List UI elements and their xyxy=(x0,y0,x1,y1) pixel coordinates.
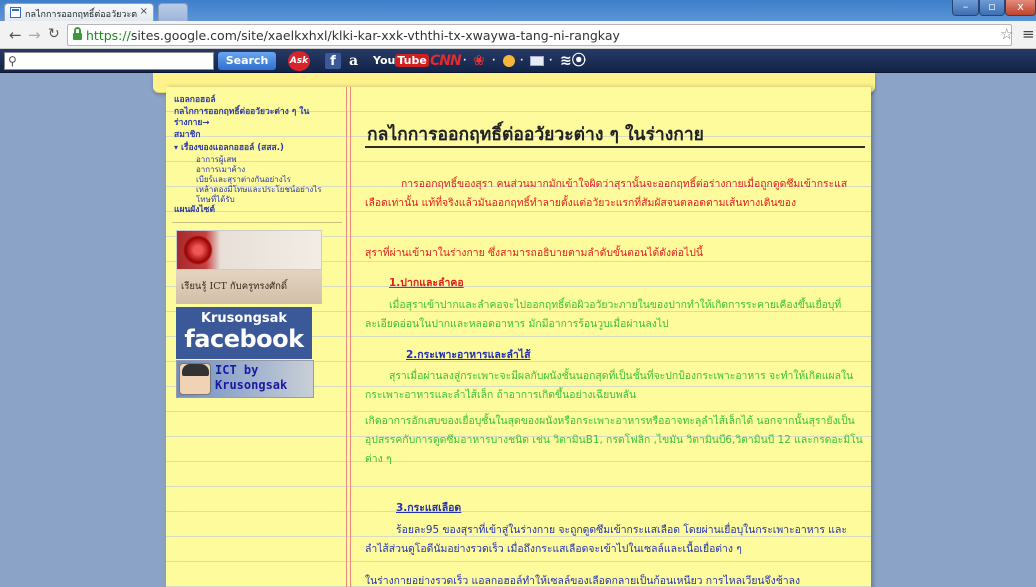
back-arrow-icon[interactable]: ← xyxy=(9,26,22,44)
section2-text: สุราเมื่อผ่านลงสู่กระเพาะจะมีผลกับผนังชั… xyxy=(365,370,854,401)
youtube-tube: Tube xyxy=(395,54,429,67)
sidebar-item-sitemap[interactable]: แผนผังไซต์ xyxy=(174,205,346,216)
ict-learning-banner[interactable]: เรียนรู้ ICT กับครูทรงศักดิ์ xyxy=(176,270,322,304)
menu-icon[interactable]: ≡ xyxy=(1022,25,1035,43)
ict-by-krusongsak-banner[interactable]: ICT by Krusongsak xyxy=(176,360,314,398)
blossom-banner-image[interactable] xyxy=(176,230,322,270)
sidebar-subitem-hangover[interactable]: อาการเมาค้าง xyxy=(174,165,346,175)
sidebar-divider xyxy=(172,222,342,223)
sidebar-item-about-alcohol-label: เรื่องของแอลกอฮอล์ (สสส.) xyxy=(180,143,284,153)
section1-heading: 1.ปากและลำคอ xyxy=(389,277,464,289)
search-toolbar: ⚲ Search Ask f a You Tube CNN · ❀ · · · ≋… xyxy=(0,49,1036,73)
weather-dropdown-icon[interactable]: · xyxy=(492,51,495,71)
url-text[interactable]: https://sites.google.com/site/xaelkxhxl/… xyxy=(86,28,620,43)
bookmark-star-icon[interactable]: ☆ xyxy=(1000,25,1013,43)
lock-icon xyxy=(73,27,82,40)
sun-dropdown-icon[interactable]: · xyxy=(520,51,523,71)
title-underline xyxy=(365,146,865,148)
current-page-arrow-icon: → xyxy=(202,118,210,128)
new-tab-button[interactable] xyxy=(158,3,188,21)
section2-heading: 2.กระเพาะอาหารและลำไส้ xyxy=(406,349,531,361)
amazon-icon[interactable]: a xyxy=(349,51,358,71)
page-title: กลไกการออกฤทธิ์ต่ออวัยวะต่าง ๆ ในร่างกาย xyxy=(367,125,704,145)
ict-by-text: ICT by Krusongsak xyxy=(215,363,287,393)
red-flower-icon xyxy=(183,235,213,265)
window-maximize-button[interactable]: ▫ xyxy=(979,0,1005,16)
tab-title: กลไกการออกฤทธิ์ต่ออวัยวะต xyxy=(25,10,137,20)
sidebar-subitem-harms[interactable]: โทษที่ได้รับ xyxy=(174,195,346,205)
url-rest: sites.google.com/site/xaelkxhxl/klki-kar… xyxy=(130,28,620,43)
facebook-banner-name: Krusongsak xyxy=(200,311,288,326)
notebook-paper: แอลกอฮอล์ กลไกการออกฤทธิ์ต่ออวัยวะต่าง ๆ… xyxy=(166,87,871,587)
ict-by-line2: Krusongsak xyxy=(215,378,288,392)
section1-text: เมื่อสุราเข้าปากและลำคอจะไปออกฤทธิ์ต่อผิ… xyxy=(365,299,842,330)
weather-icon[interactable]: ❀ xyxy=(473,51,485,71)
sidebar: แอลกอฮอล์ กลไกการออกฤทธิ์ต่ออวัยวะต่าง ๆ… xyxy=(172,95,346,398)
section2-text-cont: เกิดอาการอักเสบของเยื่อบุชั้นในสุดของผนั… xyxy=(365,415,863,465)
sidebar-item-mechanism-label: กลไกการออกฤทธิ์ต่ออวัยวะต่าง ๆ ใน ร่างกา… xyxy=(174,107,310,128)
facebook-logo-text: facebook xyxy=(184,325,304,353)
cnn-icon[interactable]: CNN xyxy=(430,51,462,71)
facebook-banner[interactable]: Krusongsak facebook xyxy=(176,307,312,359)
cnn-dropdown-icon[interactable]: · xyxy=(463,51,466,71)
forward-arrow-icon[interactable]: → xyxy=(28,26,41,44)
url-scheme: https:// xyxy=(86,28,131,43)
section3-heading: 3.กระแสเลือด xyxy=(396,502,462,514)
sidebar-item-mechanism[interactable]: กลไกการออกฤทธิ์ต่ออวัยวะต่าง ๆ ใน ร่างกา… xyxy=(174,107,346,129)
ask-icon[interactable]: Ask xyxy=(288,51,310,71)
sidebar-subitem-beer-vs-liquor[interactable]: เบียร์และสุราต่างกันอย่างไร xyxy=(174,175,346,185)
youtube-you: You xyxy=(373,54,396,67)
browser-tab-active[interactable]: กลไกการออกฤทธิ์ต่ออวัยวะต × xyxy=(4,3,154,21)
ict-by-line1: ICT by xyxy=(215,363,259,377)
avatar xyxy=(179,363,211,395)
sidebar-item-members[interactable]: สมาชิก xyxy=(174,130,346,141)
sidebar-subitem-symptoms[interactable]: อาการผู้เสพ xyxy=(174,155,346,165)
reload-icon[interactable]: ↻ xyxy=(48,26,60,42)
search-icon: ⚲ xyxy=(8,54,17,68)
window-title-bar: กลไกการออกฤทธิ์ต่ออวัยวะต × – ▫ x xyxy=(0,0,1036,21)
mail-icon[interactable] xyxy=(530,56,544,66)
section3-text: ร้อยละ95 ของสุราที่เข้าสู่ในร่างกาย จะถู… xyxy=(365,524,847,555)
sidebar-subitem-pickled-liquor[interactable]: เหล้าดองมีโทษและประโยชน์อย่างไร xyxy=(174,185,346,195)
page-viewport: แอลกอฮอล์ กลไกการออกฤทธิ์ต่ออวัยวะต่าง ๆ… xyxy=(0,73,1036,587)
intro-paragraph: การออกฤทธิ์ของสุรา คนส่วนมากมักเข้าใจผิด… xyxy=(365,178,848,209)
window-minimize-button[interactable]: – xyxy=(952,0,979,16)
facebook-icon[interactable]: f xyxy=(325,53,341,69)
speech-icon[interactable]: ≋⦿ xyxy=(560,51,586,71)
sidebar-item-about-alcohol[interactable]: ▾ เรื่องของแอลกอฮอล์ (สสส.) xyxy=(174,142,346,154)
section3-partial-text: ในร่างกายอย่างรวดเร็ว แอลกอฮอล์ทำให้เซลล… xyxy=(365,575,801,587)
margin-line xyxy=(346,87,347,587)
tab-close-icon[interactable]: × xyxy=(140,6,148,17)
mail-dropdown-icon[interactable]: · xyxy=(549,51,552,71)
browser-nav-bar: ← → ↻ https://sites.google.com/site/xael… xyxy=(0,21,1036,49)
expand-triangle-icon[interactable]: ▾ xyxy=(174,143,178,152)
toolbar-search-button[interactable]: Search xyxy=(218,52,276,70)
address-bar[interactable]: https://sites.google.com/site/xaelkxhxl/… xyxy=(67,24,1012,46)
youtube-icon[interactable]: You Tube xyxy=(373,51,429,71)
window-close-button[interactable]: x xyxy=(1005,0,1036,16)
margin-line xyxy=(350,87,351,587)
lead-paragraph: สุราที่ผ่านเข้ามาในร่างกาย ซึ่งสามารถอธิ… xyxy=(365,247,703,259)
google-sites-favicon-icon xyxy=(10,7,21,18)
toolbar-search-input[interactable]: ⚲ xyxy=(4,52,214,70)
speech-dropdown-icon[interactable]: · xyxy=(583,51,586,71)
sidebar-item-alcohol[interactable]: แอลกอฮอล์ xyxy=(174,95,346,106)
sun-icon[interactable] xyxy=(503,55,515,67)
